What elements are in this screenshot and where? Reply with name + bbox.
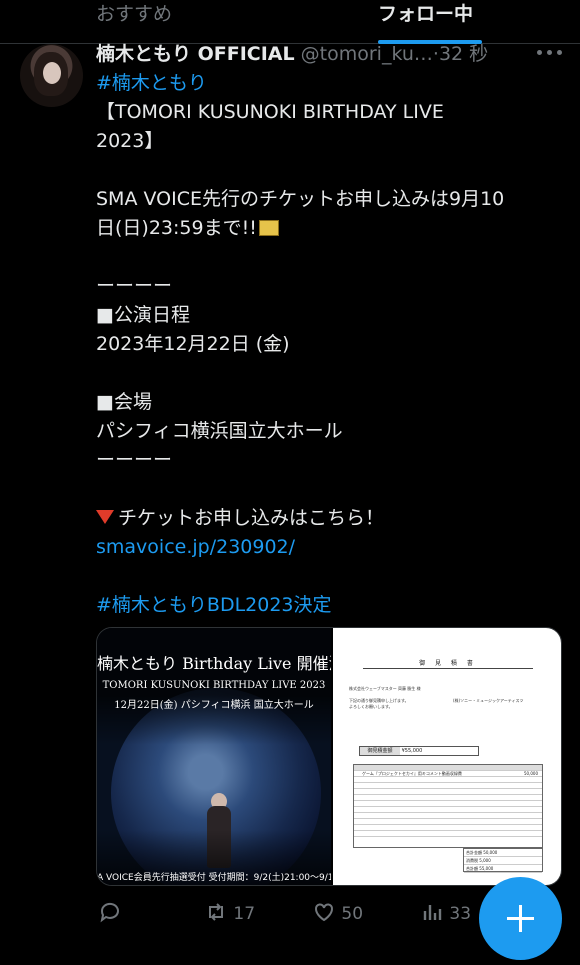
- tweet-line: 【TOMORI KUSUNOKI BIRTHDAY LIVE: [96, 101, 444, 123]
- avatar[interactable]: [20, 44, 83, 107]
- views-chart-icon: [423, 905, 442, 920]
- hashtag-bdl2023[interactable]: #楠木ともりBDL2023決定: [96, 594, 332, 616]
- poster-date-venue: 12月22日(金) パシフィコ横浜 国立大ホール: [114, 700, 314, 711]
- doc-row-item: ゲーム『プロジェクトセカイ』用キコメント動画収録費: [362, 771, 462, 776]
- ticket-emoji-icon: [258, 220, 279, 236]
- tweet-line: パシフィコ横浜国立大ホール: [96, 420, 343, 442]
- doc-tax-label: 消費税: [466, 858, 478, 863]
- doc-subtotal-label: 合計金額: [466, 850, 482, 855]
- tweet-line: 日(日)23:59まで!!: [96, 217, 257, 239]
- avatar-face: [43, 62, 61, 84]
- doc-recipient: 株式会社ウェーブマスター 齊藤 勝生 様: [349, 686, 421, 691]
- tweet-header: 楠木ともり OFFICIAL @tomori_ku…·32 秒: [96, 42, 576, 68]
- tweet-line: チケットお申し込みはこちら！: [118, 507, 385, 529]
- reply-button[interactable]: [98, 896, 122, 932]
- compose-tweet-button[interactable]: [479, 877, 562, 960]
- display-name[interactable]: 楠木ともり OFFICIAL: [96, 43, 295, 65]
- tweet-line: ーーーー: [96, 449, 173, 471]
- doc-amount-label: 御見積金額: [360, 747, 400, 755]
- handle-and-time[interactable]: @tomori_ku…·32 秒: [295, 43, 489, 65]
- red-triangle-down-icon: [96, 510, 114, 524]
- tweet-line: 2023】: [96, 130, 164, 152]
- views-button[interactable]: 33: [420, 896, 471, 932]
- retweet-count: 17: [233, 904, 256, 924]
- reply-icon: [100, 902, 119, 923]
- tab-following[interactable]: フォロー中: [378, 0, 473, 30]
- retweet-button[interactable]: 17: [204, 896, 255, 932]
- doc-table: ゲーム『プロジェクトセカイ』用キコメント動画収録費 50,000: [353, 764, 543, 848]
- doc-tax: 5,000: [479, 858, 491, 863]
- doc-row-price: 50,000: [524, 771, 538, 776]
- doc-total: 55,000: [479, 866, 494, 871]
- tweet-line: ■会場: [96, 391, 152, 413]
- retweet-icon: [209, 903, 223, 921]
- tweet-text: #楠木ともり 【TOMORI KUSUNOKI BIRTHDAY LIVE 20…: [96, 69, 566, 620]
- doc-title: 御 見 積 書: [363, 658, 533, 669]
- doc-totals: 合計金額 50,000 消費税 5,000 合計額 55,000: [463, 848, 543, 873]
- timeline-tabs: おすすめ フォロー中: [0, 0, 580, 44]
- doc-note: よろしくお願いします。: [349, 704, 393, 709]
- like-button[interactable]: 50: [312, 896, 363, 932]
- live-poster-image[interactable]: 楠木ともり Birthday Live 開催決 TOMORI KUSUNOKI …: [97, 628, 331, 885]
- views-count: 33: [449, 904, 472, 924]
- more-options-icon[interactable]: [537, 50, 563, 56]
- doc-company: (株)ソニー・ミュージックアーティスツ: [453, 698, 524, 703]
- poster-footer: A VOICE会員先行抽選受付 受付期間：9/2(土)21:00～9/10(日)…: [97, 873, 331, 883]
- hashtag-tomori[interactable]: #楠木ともり: [96, 72, 207, 94]
- tweet-line: ■公演日程: [96, 304, 190, 326]
- quotation-document-image[interactable]: 御 見 積 書 株式会社ウェーブマスター 齊藤 勝生 様 下記の通り御見積申し上…: [333, 628, 561, 885]
- poster-subtitle: TOMORI KUSUNOKI BIRTHDAY LIVE 2023: [102, 680, 326, 691]
- doc-subtotal: 50,000: [483, 850, 498, 855]
- doc-total-label: 合計額: [466, 866, 478, 871]
- ticket-link[interactable]: smavoice.jp/230902/: [96, 536, 295, 558]
- doc-amount-value: ¥55,000: [401, 748, 423, 754]
- poster-title: 楠木ともり Birthday Live 開催決: [97, 654, 331, 673]
- heart-icon: [315, 903, 333, 922]
- tweet-line: 2023年12月22日 (金): [96, 333, 290, 355]
- doc-amount-box: 御見積金額 ¥55,000: [359, 746, 479, 756]
- tweet-media[interactable]: 楠木ともり Birthday Live 開催決 TOMORI KUSUNOKI …: [96, 627, 562, 886]
- tab-recommended[interactable]: おすすめ: [96, 0, 172, 30]
- tweet-line: ーーーー: [96, 275, 173, 297]
- tweet-line: SMA VOICE先行のチケットお申し込みは9月10: [96, 188, 505, 210]
- like-count: 50: [341, 904, 364, 924]
